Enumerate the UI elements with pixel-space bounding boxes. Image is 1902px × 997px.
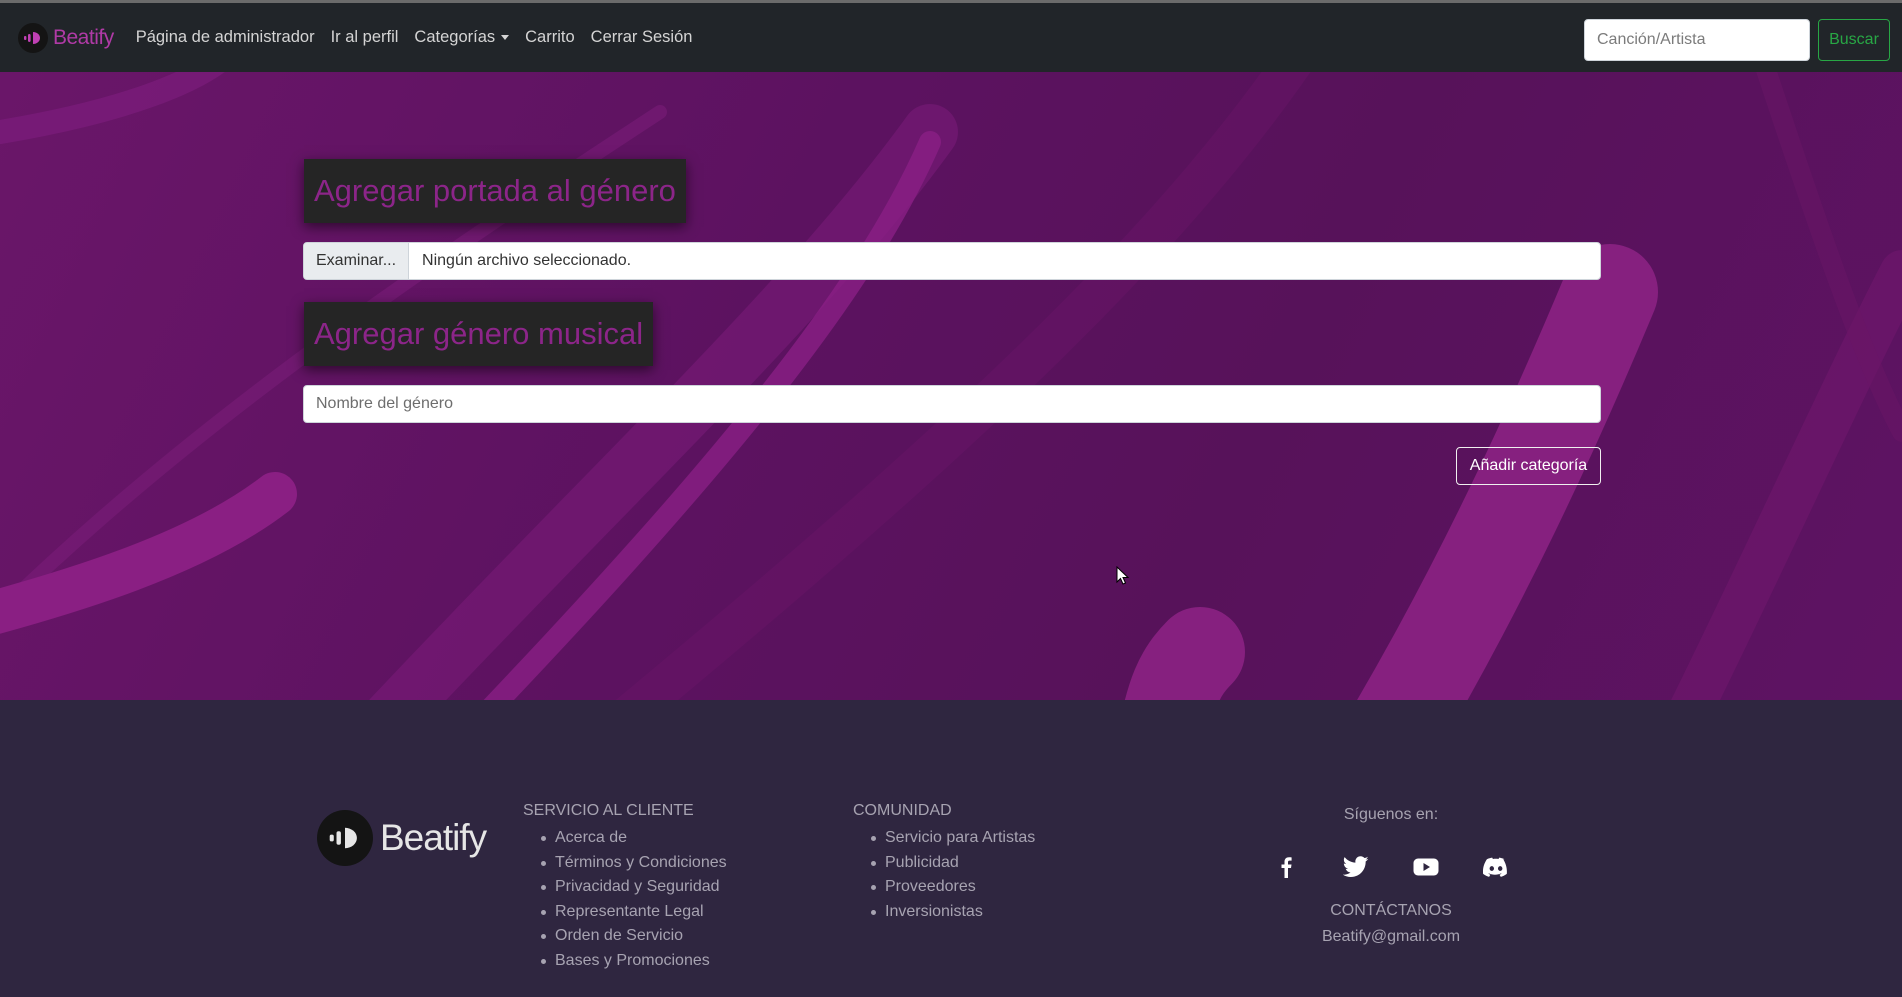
add-category-button[interactable]: Añadir categoría	[1456, 447, 1601, 485]
community-column: COMUNIDAD Servicio para Artistas Publici…	[853, 802, 1035, 924]
beatify-logo-icon	[317, 810, 373, 866]
search-button[interactable]: Buscar	[1818, 19, 1890, 61]
footer-link-suppliers[interactable]: Proveedores	[870, 875, 1035, 900]
nav-logout[interactable]: Cerrar Sesión	[591, 28, 693, 47]
follow-us-heading: Síguenos en:	[1343, 806, 1439, 823]
cover-section-title: Agregar portada al género	[304, 159, 686, 223]
community-heading: COMUNIDAD	[853, 802, 952, 819]
footer-link-legal-rep[interactable]: Representante Legal	[541, 900, 727, 925]
brand-link[interactable]: Beatify	[18, 22, 114, 53]
nav-categories-dropdown[interactable]: Categorías	[414, 28, 510, 47]
footer-link-advertising[interactable]: Publicidad	[870, 851, 1035, 876]
footer-link-investors[interactable]: Inversionistas	[870, 900, 1035, 925]
youtube-icon[interactable]	[1413, 854, 1439, 880]
footer: Beatify SERVICIO AL CLIENTE Acerca de Té…	[0, 700, 1902, 997]
customer-service-column: SERVICIO AL CLIENTE Acerca de Términos y…	[523, 802, 727, 974]
caret-down-icon	[501, 35, 510, 41]
nav-categories-label: Categorías	[414, 28, 496, 46]
facebook-icon[interactable]	[1273, 854, 1299, 880]
genre-name-input[interactable]	[303, 385, 1601, 423]
footer-brand[interactable]: Beatify	[317, 810, 487, 866]
browse-button[interactable]: Examinar...	[304, 243, 410, 279]
cover-file-input[interactable]: Examinar... Ningún archivo seleccionado.	[303, 242, 1601, 280]
navbar: Beatify Página de administrador Ir al pe…	[0, 0, 1902, 72]
main-content: Agregar portada al género Examinar... Ni…	[0, 72, 1902, 700]
social-section: Síguenos en: CONTÁCTANOS Beatify@gmail.c…	[1240, 802, 1542, 950]
file-status: Ningún archivo seleccionado.	[422, 252, 632, 269]
footer-link-service-order[interactable]: Orden de Servicio	[541, 924, 727, 949]
footer-link-artists[interactable]: Servicio para Artistas	[870, 826, 1035, 851]
footer-link-terms[interactable]: Términos y Condiciones	[541, 851, 727, 876]
nav-cart[interactable]: Carrito	[525, 28, 575, 47]
discord-icon[interactable]	[1483, 854, 1509, 880]
footer-link-promotions[interactable]: Bases y Promociones	[541, 949, 727, 974]
footer-brand-name: Beatify	[380, 817, 487, 858]
mouse-pointer-icon	[1116, 566, 1130, 585]
contact-heading: CONTÁCTANOS	[1330, 902, 1452, 919]
brand-name: Beatify	[53, 25, 114, 49]
beatify-logo-icon	[18, 22, 48, 53]
nav-profile[interactable]: Ir al perfil	[331, 28, 399, 47]
genre-section-title: Agregar género musical	[304, 302, 654, 366]
search-input[interactable]	[1584, 19, 1810, 61]
nav-admin-page[interactable]: Página de administrador	[136, 28, 315, 47]
customer-service-heading: SERVICIO AL CLIENTE	[523, 802, 694, 819]
contact-email[interactable]: Beatify@gmail.com	[1240, 924, 1542, 950]
twitter-icon[interactable]	[1343, 854, 1369, 880]
footer-link-about[interactable]: Acerca de	[541, 826, 727, 851]
footer-link-privacy[interactable]: Privacidad y Seguridad	[541, 875, 727, 900]
